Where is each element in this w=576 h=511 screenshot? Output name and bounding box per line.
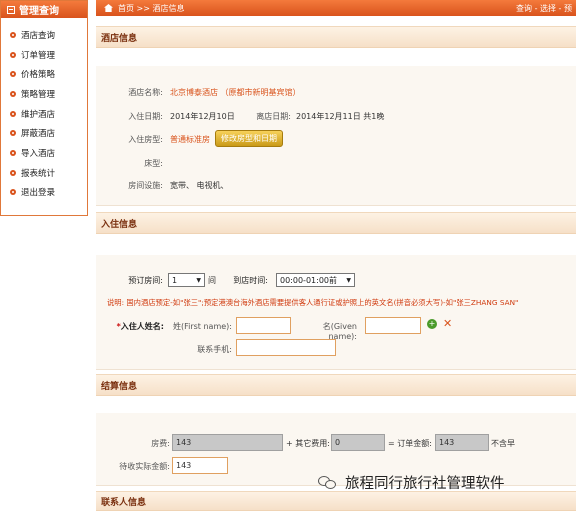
room-fee-input [172, 434, 283, 451]
sidebar-item-hotel-query[interactable]: 酒店查询 [1, 25, 87, 45]
given-name-label: 名(Given name): [322, 322, 357, 341]
other-fee-input [331, 434, 385, 451]
menu-icon [7, 5, 15, 14]
top-bar: 首页 >> 酒店信息 查询 - 选择 - 预 [96, 0, 576, 16]
remove-guest-icon[interactable]: ✕ [443, 317, 452, 330]
section-header-checkin-info: 入住信息 [96, 212, 576, 234]
top-right-links[interactable]: 查询 - 选择 - 预 [516, 3, 576, 14]
sidebar-item-reports[interactable]: 报表统计 [1, 163, 87, 183]
add-guest-icon[interactable]: + [427, 319, 437, 329]
bullet-icon [10, 51, 16, 58]
bullet-icon [10, 130, 16, 137]
section-header-hotel-info: 酒店信息 [96, 26, 576, 48]
bullet-icon [10, 169, 16, 176]
order-total-input [435, 434, 489, 451]
checkin-date-label: 入住日期: [128, 112, 163, 121]
sidebar-item-block-hotel[interactable]: 屏蔽酒店 [1, 123, 87, 143]
section-header-settlement-info: 结算信息 [96, 374, 576, 396]
bullet-icon [10, 31, 16, 38]
rooms-select[interactable]: 1 ▼ [168, 273, 205, 287]
bullet-icon [10, 90, 16, 97]
room-type-label: 入住房型: [128, 135, 163, 144]
hotel-name-value[interactable]: 北京博泰酒店 （原都市新明基宾馆） [170, 87, 301, 98]
phone-label: 联系手机: [197, 345, 232, 354]
bullet-icon [10, 110, 16, 117]
actual-amount-label: 待收实际金额: [119, 462, 170, 471]
sidebar-header: 管理查询 [1, 1, 87, 18]
wechat-logo-icon [318, 475, 336, 490]
bullet-icon [10, 149, 16, 156]
room-type-value: 普通标准房 [170, 135, 210, 144]
actual-amount-input[interactable] [172, 457, 228, 474]
first-name-input[interactable] [236, 317, 291, 334]
sidebar-title: 管理查询 [19, 6, 59, 17]
arrival-time-select[interactable]: 00:00-01:00前 ▼ [276, 273, 355, 287]
sidebar-menu: 酒店查询 订单管理 价格策略 策略管理 维护酒店 屏蔽酒店 导入酒店 报表统计 … [1, 18, 87, 202]
hotel-name-label: 酒店名称: [128, 88, 163, 97]
dropdown-arrow-icon: ▼ [346, 276, 351, 284]
order-total-label: = 订单金额: [388, 439, 432, 448]
sidebar-item-import-hotel[interactable]: 导入酒店 [1, 143, 87, 163]
checkin-date-value: 2014年12月10日 [170, 112, 235, 121]
sidebar: 管理查询 酒店查询 订单管理 价格策略 策略管理 维护酒店 屏蔽酒店 导入酒店 … [0, 0, 88, 216]
phone-input[interactable] [236, 339, 336, 356]
dropdown-arrow-icon: ▼ [196, 276, 201, 284]
bullet-icon [10, 71, 16, 78]
modify-room-date-button[interactable]: 修改房型和日期 [215, 130, 283, 147]
guest-name-label: *入住人姓名: [116, 322, 164, 331]
checkout-date-value: 2014年12月11日 共1晚 [296, 112, 385, 121]
sidebar-item-maintain-hotel[interactable]: 维护酒店 [1, 104, 87, 124]
bed-type-label: 床型: [144, 159, 163, 168]
arrival-time-label: 到店时间: [233, 276, 268, 285]
first-name-label: 姓(First name): [172, 322, 232, 331]
facility-label: 房间设施: [128, 181, 163, 190]
sidebar-item-logout[interactable]: 退出登录 [1, 183, 87, 203]
sidebar-item-price-strategy[interactable]: 价格策略 [1, 64, 87, 84]
rooms-unit: 间 [208, 276, 216, 285]
room-fee-label: 房费: [151, 439, 170, 448]
home-icon[interactable] [104, 4, 113, 12]
breakfast-note: 不含早 [491, 439, 515, 448]
checkout-date-label: 离店日期: [256, 112, 291, 121]
bullet-icon [10, 189, 16, 196]
sidebar-item-strategy-management[interactable]: 策略管理 [1, 84, 87, 104]
facility-value: 宽带、 电视机、 [170, 181, 229, 190]
watermark: 旅程同行旅行社管理软件 [318, 472, 505, 493]
rooms-label: 预订房间: [128, 276, 163, 285]
breadcrumb[interactable]: 首页 >> 酒店信息 [118, 3, 185, 14]
checkin-info-panel: 预订房间: 1 ▼ 间 到店时间: 00:00-01:00前 ▼ 说明: 国内酒店预… [96, 255, 576, 370]
name-requirement-note: 说明: 国内酒店预定-如"张三";预定港澳台海外酒店需要提供客人通行证或护照上的… [107, 298, 519, 307]
hotel-info-panel: 酒店名称: 北京博泰酒店 （原都市新明基宾馆） 入住日期: 2014年12月10… [96, 66, 576, 206]
watermark-text: 旅程同行旅行社管理软件 [345, 476, 505, 492]
given-name-input[interactable] [365, 317, 421, 334]
sidebar-item-order-management[interactable]: 订单管理 [1, 45, 87, 65]
other-fee-label: + 其它费用: [286, 439, 330, 448]
section-header-contact-info: 联系人信息 [96, 491, 576, 511]
